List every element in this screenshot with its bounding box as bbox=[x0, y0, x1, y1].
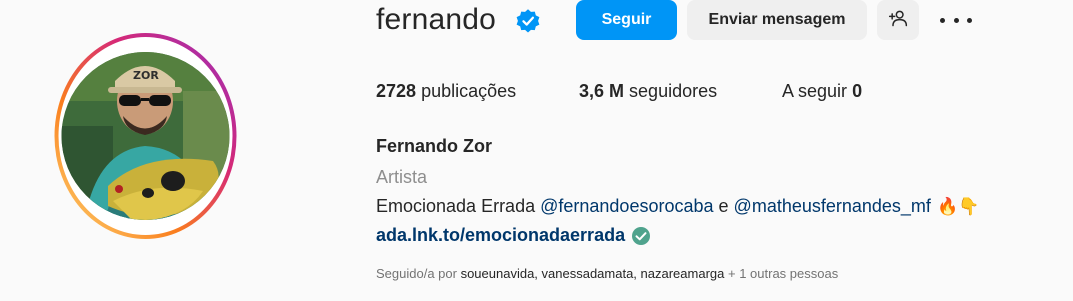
posts-count: 2728 bbox=[376, 81, 417, 101]
followers-stat[interactable]: 3,6 M seguidores bbox=[579, 80, 717, 102]
profile-full-name: Fernando Zor bbox=[376, 136, 492, 156]
person-add-icon bbox=[888, 8, 908, 33]
posts-label: publicações bbox=[421, 81, 517, 101]
bio-emojis: 🔥👇 bbox=[936, 196, 980, 217]
more-options-icon[interactable] bbox=[940, 10, 972, 30]
bio-mention-fernandoesorocaba[interactable]: @fernandoesorocaba bbox=[540, 196, 713, 217]
follow-button[interactable]: Seguir bbox=[576, 0, 677, 40]
verified-badge-icon bbox=[515, 8, 541, 34]
profile-category: Artista bbox=[376, 167, 428, 187]
bio-text: Emocionada Errada bbox=[376, 196, 536, 216]
posts-count-stat: 2728 publicações bbox=[376, 80, 516, 102]
followed-by-names[interactable]: soueunavida, vanessadamata, nazareamarga bbox=[461, 266, 725, 281]
following-label: A seguir bbox=[782, 81, 848, 101]
svg-text:ZOR: ZOR bbox=[133, 69, 159, 82]
bio-conjunction: e bbox=[718, 196, 729, 216]
following-stat[interactable]: A seguir 0 bbox=[782, 80, 862, 102]
following-count: 0 bbox=[852, 81, 863, 101]
profile-link-text[interactable]: ada.lnk.to/emocionadaerrada bbox=[376, 225, 625, 246]
profile-bio: Emocionada Errada @fernandoesorocaba e @… bbox=[376, 196, 979, 217]
profile-link[interactable]: ada.lnk.to/emocionadaerrada bbox=[376, 225, 651, 246]
followed-by-prefix: Seguido/a por bbox=[376, 266, 457, 281]
followed-by[interactable]: Seguido/a por soueunavida, vanessadamata… bbox=[376, 266, 838, 281]
verified-check-icon bbox=[631, 226, 651, 246]
bio-mention-matheusfernandes[interactable]: @matheusfernandes_mf bbox=[734, 196, 931, 217]
suggested-accounts-button[interactable] bbox=[877, 0, 919, 40]
followers-count: 3,6 M bbox=[579, 81, 625, 101]
profile-avatar[interactable]: ZOR bbox=[53, 31, 238, 241]
followers-label: seguidores bbox=[629, 81, 718, 101]
followed-by-suffix[interactable]: + 1 outras pessoas bbox=[728, 266, 838, 281]
profile-username: fernando bbox=[376, 3, 497, 36]
send-message-button[interactable]: Enviar mensagem bbox=[687, 0, 867, 40]
